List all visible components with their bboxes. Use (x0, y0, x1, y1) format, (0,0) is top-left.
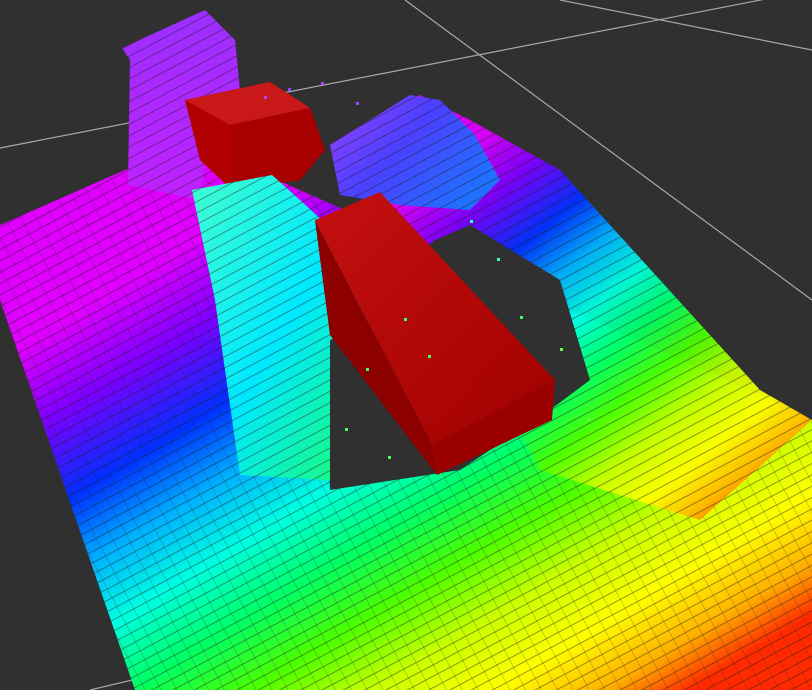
right-back-wall-cloud (330, 95, 500, 210)
3d-viewport[interactable] (0, 0, 812, 690)
point-cloud-scene[interactable] (0, 0, 812, 690)
